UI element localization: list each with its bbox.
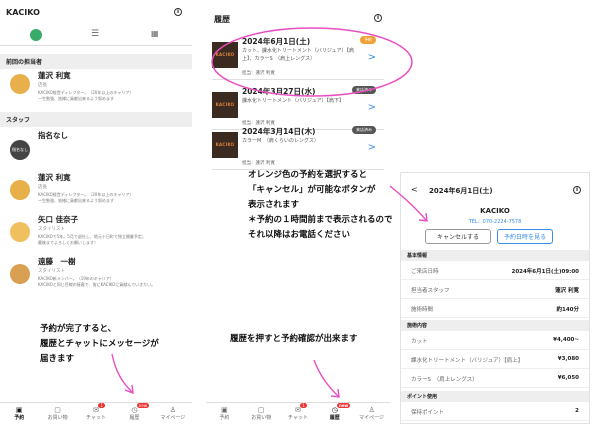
menu-row: 課水化トリートメント（バリジュア）【肩上】 ¥3,080 [401, 350, 589, 369]
nav-reserve[interactable]: ▣ 予約 [0, 403, 38, 424]
nav-chat[interactable]: 1 ✉ チャット [280, 403, 317, 424]
view-datetime-button[interactable]: 予約日時を見る [497, 229, 553, 244]
page-title: 2024年6月1日(土) [429, 187, 493, 195]
staff-name[interactable]: 蓮沢 利寛 [38, 172, 71, 183]
chat-badge: 1 [300, 403, 307, 408]
bag-icon: ▢ [257, 406, 265, 414]
info-icon[interactable]: i [573, 186, 581, 194]
calendar-icon: ▣ [221, 406, 228, 414]
nav-history[interactable]: new ◷ 履歴 [115, 403, 153, 424]
annotation-arrow [313, 359, 340, 398]
points-row: 保持ポイント 2 [401, 402, 589, 421]
nav-mypage[interactable]: ♙ マイページ [353, 403, 390, 424]
annotation-arrow [111, 353, 134, 395]
nav-reserve[interactable]: ▣ 予約 [206, 403, 243, 424]
staff-name[interactable]: 遠藤 一樹 [38, 256, 76, 267]
chat-badge: 1 [98, 403, 105, 408]
staff-role: 店長 [38, 83, 47, 88]
annotation-text: オレンジ色の予約を選択すると 「キャンセル」が可能なボタンが 表示されます ＊予… [248, 170, 393, 240]
salon-thumbnail: KACIKO [212, 132, 238, 158]
history-badge: new [336, 403, 351, 408]
card-menu: カラーM （肩くらいのレングス） [242, 138, 319, 144]
staff-role: スタイリスト [38, 269, 65, 274]
annotation-text: 履歴を押すと予約確認が出来ます [230, 334, 358, 344]
avatar [10, 180, 30, 200]
avatar [10, 264, 30, 284]
nav-mypage[interactable]: ♙ マイページ [154, 403, 192, 424]
bag-icon: ▢ [54, 406, 61, 414]
tab-calendar-icon[interactable]: ▦ [151, 29, 159, 38]
staff-select-screen: KACIKO i ☰ ▦ 前回の担当者 蓮沢 利寛 店長 KACIKO経営ディレ… [0, 0, 192, 424]
bottom-nav: ▣ 予約 ▢ お買い物 1 ✉ チャット new ◷ 履歴 ♙ マイページ [206, 402, 390, 424]
status-badge: 来店済み [352, 126, 376, 134]
avatar [10, 222, 30, 242]
nav-chat[interactable]: 1 ✉ チャット [77, 403, 115, 424]
info-icon[interactable]: i [374, 14, 382, 22]
staff-name[interactable]: 蓮沢 利寛 [38, 70, 71, 81]
chevron-right-icon: > [367, 142, 376, 153]
section-menu: 施術内容 [401, 320, 589, 331]
highlight-ellipse [211, 27, 413, 97]
nav-history[interactable]: new ◷ 履歴 [316, 403, 353, 424]
avatar [10, 74, 30, 94]
section-points: ポイント使用 [401, 391, 589, 402]
info-row: 担当者スタッフ 蓮沢 利寛 [401, 280, 589, 299]
staff-role: 店長 [38, 185, 47, 190]
chat-icon: ✉ [93, 406, 99, 414]
tab-staff-icon[interactable] [30, 29, 42, 41]
top-tabs: ☰ ▦ [0, 26, 192, 46]
nav-shop[interactable]: ▢ お買い物 [38, 403, 76, 424]
history-screen: 履歴 i KACIKO 2024年6月1日(土) カット、課水化トリートメント（… [206, 0, 413, 424]
menu-row: カット ¥4,400~ [401, 331, 589, 350]
info-icon[interactable]: i [174, 8, 182, 16]
staff-name[interactable]: 矢口 佳奈子 [38, 214, 78, 225]
history-badge: new [136, 403, 149, 408]
section-basic-info: 基本情報 [401, 250, 589, 261]
no-preference-avatar[interactable]: 指名なし [10, 140, 30, 160]
staff-desc: KACIKO経営ディレクター。（20年以上のキャリア） 一生勉強、皆様に貢献出来… [38, 192, 134, 203]
bottom-nav: ▣ 予約 ▢ お買い物 1 ✉ チャット new ◷ 履歴 ♙ マイページ [0, 402, 192, 424]
staff-name[interactable]: 指名なし [38, 130, 68, 141]
chat-icon: ✉ [295, 406, 301, 414]
menu-row: カラーS （肩上レングス） ¥6,050 [401, 369, 589, 388]
staff-role: スタイリスト [38, 227, 65, 232]
section-prev-staff: 前回の担当者 [0, 54, 192, 69]
chevron-right-icon: > [367, 102, 376, 113]
staff-desc: KACIKO新メンバー。（19年のキャリア） KACIKOと同じ目線の接客で、皆… [38, 276, 156, 287]
pointer-arrow [389, 185, 428, 222]
staff-desc: KACIKO経営ディレクター。（20年以上のキャリア） 一生勉強、皆様に貢献出来… [38, 90, 134, 101]
calendar-icon: ▣ [15, 406, 23, 414]
card-date: 2024年3月14日(木) [242, 127, 316, 136]
card-staff: 担当：蓮沢 利寛 [242, 161, 275, 166]
info-row: ご来店日時 2024年6月1日(土)09:00 [401, 261, 589, 280]
history-card[interactable]: KACIKO 2024年3月14日(木) カラーM （肩くらいのレングス） 担当… [212, 124, 384, 170]
nav-shop[interactable]: ▢ お買い物 [243, 403, 280, 424]
person-icon: ♙ [169, 406, 176, 414]
cancel-button[interactable]: キャンセルする [425, 229, 491, 244]
section-staff: スタッフ [0, 112, 192, 127]
app-title: KACIKO [6, 8, 40, 17]
person-icon: ♙ [368, 406, 375, 414]
staff-desc: KACIKOで5年。5月で退社し、地元十日町で独立開業予定。 最後までよろしくお… [38, 234, 146, 245]
annotation-text: 予約が完了すると、 履歴とチャットにメッセージが 届きます [40, 324, 159, 364]
tab-menu-icon[interactable]: ☰ [91, 29, 99, 39]
info-row: 施術時間 約140分 [401, 299, 589, 318]
